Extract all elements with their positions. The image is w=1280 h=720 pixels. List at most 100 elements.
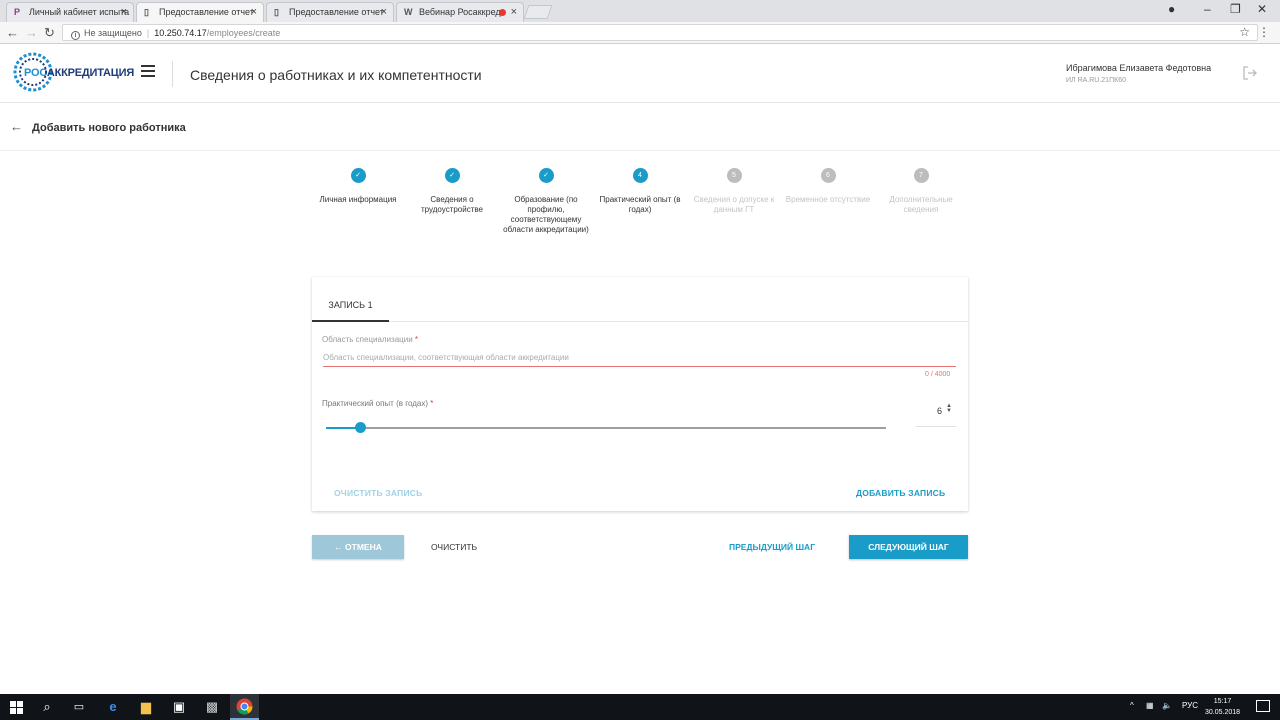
back-icon[interactable]: ← [6, 25, 19, 40]
step-label: Сведения о трудоустройстве [421, 195, 483, 214]
step-label: Временное отсутствие [785, 195, 871, 204]
logout-icon[interactable] [1242, 65, 1258, 81]
step-education[interactable]: ✓ Образование (по профилю, соответствующ… [501, 168, 591, 235]
edge-browser-icon[interactable]: e [104, 698, 122, 716]
volume-icon[interactable]: 🔈 [1162, 701, 1172, 710]
back-link-label: Добавить нового работника [32, 122, 186, 134]
step-label: Личная информация [319, 195, 397, 204]
new-tab-button[interactable] [523, 5, 553, 19]
tray-chevron-icon[interactable]: ^ [1130, 701, 1134, 710]
restore-icon[interactable]: ❐ [1230, 2, 1241, 16]
tab-record-1[interactable]: ЗАПИСЬ 1 [312, 277, 389, 322]
add-record-button[interactable]: ДОБАВИТЬ ЗАПИСЬ [856, 488, 945, 498]
browser-tab-active[interactable]: ▯ Предоставление отчет × [136, 2, 264, 22]
step-number: 7 [913, 168, 929, 183]
close-window-icon[interactable]: ✕ [1257, 2, 1267, 16]
close-tab-icon[interactable]: × [511, 6, 517, 18]
hamburger-menu-icon[interactable] [141, 65, 155, 80]
info-icon[interactable]: i [71, 31, 80, 40]
language-indicator[interactable]: РУС [1182, 701, 1198, 710]
browser-menu-icon[interactable]: ⋮ [1258, 25, 1270, 39]
browser-tab[interactable]: Р Личный кабинет испыта × [6, 2, 134, 22]
arrow-left-icon: ← [334, 542, 346, 552]
next-step-button[interactable]: СЛЕДУЮЩИЙ ШАГ [849, 535, 968, 559]
clear-record-button[interactable]: ОЧИСТИТЬ ЗАПИСЬ [334, 488, 422, 498]
step-label: Практический опыт (в годах) [599, 195, 681, 214]
step-state-secret[interactable]: 5 Сведения о допуске к данным ГТ [689, 168, 779, 215]
cancel-label: ОТМЕНА [345, 542, 382, 552]
site-favicon-icon: Р [14, 7, 21, 17]
browser-toolbar: ← → ↻ i Не защищено | 10.250.74.17/employee… [0, 22, 1280, 44]
profile-icon[interactable]: ● [1168, 2, 1175, 16]
address-bar[interactable]: i Не защищено | 10.250.74.17/employees/crea… [62, 24, 1258, 41]
step-label: Образование (по профилю, соответствующем… [503, 195, 589, 234]
search-icon[interactable]: ⌕ [38, 698, 56, 716]
close-tab-icon[interactable]: × [251, 6, 257, 18]
step-number: 5 [726, 168, 742, 183]
step-absence[interactable]: 6 Временное отсутствие [783, 168, 873, 205]
record-card: ЗАПИСЬ 1 Область специализации * 0 / 400… [312, 277, 968, 511]
step-experience[interactable]: 4 Практический опыт (в годах) [595, 168, 685, 215]
divider [172, 61, 173, 87]
close-tab-icon[interactable]: × [121, 6, 127, 18]
url-host: 10.250.74.17 [154, 28, 207, 38]
check-icon: ✓ [350, 168, 366, 183]
browser-tab[interactable]: W Вебинар Росаккреди × [396, 2, 524, 22]
windows-start-icon[interactable] [10, 701, 23, 714]
spinner-arrows-icon[interactable]: ▲ ▼ [946, 403, 952, 414]
recording-icon [499, 9, 506, 16]
windows-taskbar: ⌕ ▭ e ▆ ▣ ▩ ^ ▦ 🔈 РУС 15:17 30.05.2018 [0, 694, 1280, 720]
previous-step-button[interactable]: ПРЕДЫДУЩИЙ ШАГ [729, 542, 815, 552]
clock[interactable]: 15:17 30.05.2018 [1205, 696, 1240, 718]
url-path: /employees/create [206, 28, 281, 38]
experience-slider[interactable] [326, 422, 886, 433]
reload-icon[interactable]: ↻ [44, 25, 55, 41]
close-tab-icon[interactable]: × [381, 6, 387, 18]
w-favicon-icon: W [404, 7, 413, 17]
step-label: Сведения о допуске к данным ГТ [693, 195, 775, 214]
specialization-area-input[interactable] [323, 349, 956, 367]
user-name: Ибрагимова Елизавета Федотовна [1066, 63, 1212, 73]
step-employment[interactable]: ✓ Сведения о трудоустройстве [407, 168, 497, 215]
app-icon[interactable]: ▩ [203, 698, 221, 716]
tab-title: Личный кабинет испыта [29, 7, 130, 17]
notifications-icon[interactable] [1256, 700, 1270, 712]
page-icon: ▯ [144, 7, 149, 17]
clock-time: 15:17 [1213, 698, 1232, 705]
step-number: 4 [632, 168, 648, 183]
clock-date: 30.05.2018 [1205, 709, 1241, 716]
bookmark-star-icon[interactable]: ☆ [1239, 25, 1250, 39]
step-label: Дополнительные сведения [889, 195, 953, 214]
record-tabs: ЗАПИСЬ 1 [312, 277, 968, 322]
cancel-button[interactable]: ← ОТМЕНА [312, 535, 404, 559]
step-additional[interactable]: 7 Дополнительные сведения [876, 168, 966, 215]
slider-thumb[interactable] [354, 422, 366, 433]
app-header: РОСАККРЕДИТАЦИЯ Сведения о работниках и … [0, 45, 1280, 103]
character-counter: 0 / 4000 [925, 371, 951, 378]
divider [0, 150, 1280, 151]
check-icon: ✓ [444, 168, 460, 183]
check-icon: ✓ [538, 168, 554, 183]
arrow-left-icon: ← [10, 119, 23, 134]
file-explorer-icon[interactable]: ▆ [137, 698, 155, 716]
clear-button[interactable]: ОЧИСТИТЬ [431, 542, 477, 552]
network-icon[interactable]: ▦ [1146, 701, 1154, 710]
tab-title: Вебинар Росаккреди [419, 7, 506, 17]
tab-title: Предоставление отчет [159, 7, 254, 17]
minimize-icon[interactable]: – [1204, 2, 1211, 16]
page-icon: ▯ [274, 7, 279, 17]
step-number: 6 [820, 168, 836, 183]
store-icon[interactable]: ▣ [170, 698, 188, 716]
step-personal-info[interactable]: ✓ Личная информация [313, 168, 403, 205]
logo-text: РОСАККРЕДИТАЦИЯ [24, 67, 135, 79]
back-link[interactable]: ← Добавить нового работника [10, 119, 186, 134]
task-view-icon[interactable]: ▭ [70, 698, 88, 716]
area-field-label: Область специализации * [322, 335, 419, 344]
browser-tab-bar: Р Личный кабинет испыта × ▯ Предоставлен… [0, 0, 1280, 22]
experience-field-label: Практический опыт (в годах) * [322, 399, 434, 408]
browser-tab[interactable]: ▯ Предоставление отчет × [266, 2, 394, 22]
forward-icon[interactable]: → [25, 25, 38, 40]
user-code: ИЛ RA.RU.21ПК60 [1066, 77, 1126, 84]
chrome-taskbar-button[interactable] [230, 694, 259, 720]
security-label: Не защищено [84, 28, 142, 38]
